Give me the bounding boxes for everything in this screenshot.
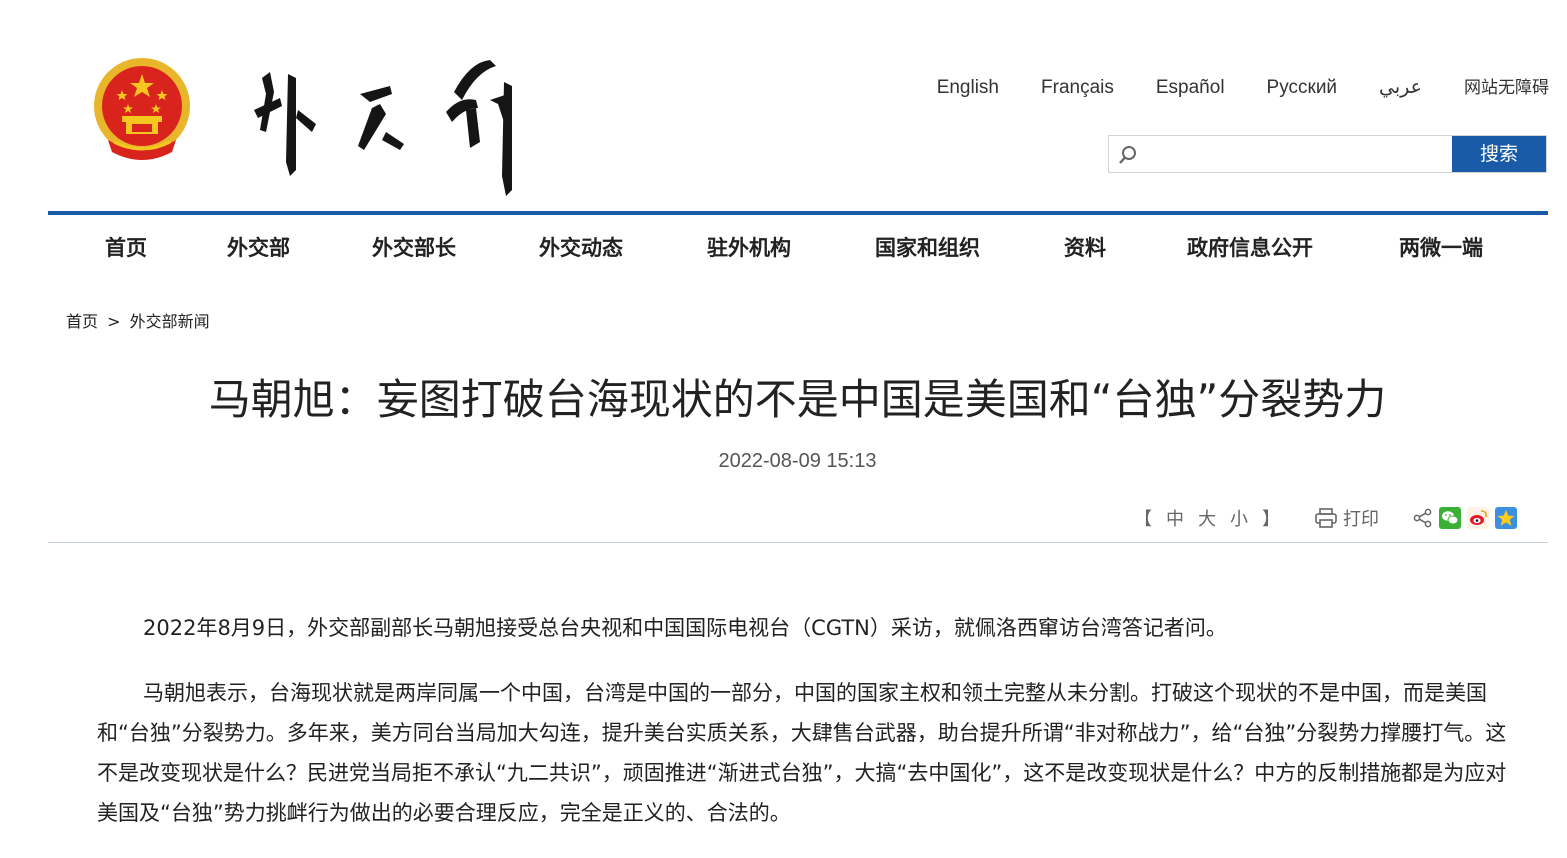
font-size-control: 【 中 大 小 】: [1127, 505, 1287, 531]
font-size-large-button[interactable]: 大: [1198, 505, 1216, 531]
weibo-icon[interactable]: [1467, 507, 1489, 529]
national-emblem-icon: [94, 58, 190, 160]
nav-item-social[interactable]: 两微一端: [1399, 232, 1483, 262]
font-size-small-button[interactable]: 小: [1230, 505, 1248, 531]
accessibility-link[interactable]: 网站无障碍: [1464, 76, 1549, 100]
nav-item-gov-info[interactable]: 政府信息公开: [1187, 232, 1313, 262]
publish-date: 2022-08-09 15:13: [718, 450, 877, 472]
lang-arabic-link[interactable]: عربي: [1379, 76, 1422, 100]
language-bar: English Français Español Русский عربي 网站…: [895, 76, 1549, 100]
bracket-close: 】: [1262, 509, 1280, 530]
search-button[interactable]: 搜索: [1452, 136, 1546, 172]
nav-item-resources[interactable]: 资料: [1064, 232, 1106, 262]
breadcrumb-home[interactable]: 首页: [66, 312, 98, 331]
breadcrumb-separator: >: [107, 312, 121, 331]
bracket-open: 【: [1134, 509, 1152, 530]
search-box: 搜索: [1108, 135, 1547, 173]
lang-spanish-link[interactable]: Español: [1156, 76, 1225, 100]
breadcrumb: 首页 > 外交部新闻: [66, 308, 214, 332]
article-body: 2022年8月9日，外交部副部长马朝旭接受总台央视和中国国际电视台（CGTN）采…: [97, 608, 1507, 858]
nav-item-home[interactable]: 首页: [105, 232, 147, 262]
share-icon[interactable]: [1413, 508, 1433, 528]
nav-item-activities[interactable]: 外交动态: [539, 232, 623, 262]
nav-item-minister[interactable]: 外交部长: [372, 232, 456, 262]
print-label: 打印: [1343, 509, 1379, 530]
search-icon: [1119, 146, 1136, 164]
print-button[interactable]: 打印: [1315, 505, 1379, 531]
font-size-medium-button[interactable]: 中: [1166, 505, 1184, 531]
breadcrumb-section[interactable]: 外交部新闻: [130, 312, 210, 331]
lang-french-link[interactable]: Français: [1041, 76, 1114, 100]
printer-icon: [1315, 508, 1337, 528]
nav-top-rule: [48, 211, 1548, 215]
article-toolbar: 【 中 大 小 】 打印: [1127, 505, 1517, 531]
lang-english-link[interactable]: English: [937, 76, 999, 100]
article-paragraph-1: 2022年8月9日，外交部副部长马朝旭接受总台央视和中国国际电视台（CGTN）采…: [143, 616, 1227, 640]
article-paragraph-2: 马朝旭表示，台海现状就是两岸同属一个中国，台湾是中国的一部分，中国的国家主权和领…: [97, 681, 1507, 825]
content-divider: [48, 542, 1548, 543]
main-nav: 首页 外交部 外交部长 外交动态 驻外机构 国家和组织 资料 政府信息公开 两微…: [48, 220, 1548, 274]
lang-russian-link[interactable]: Русский: [1267, 76, 1338, 100]
wechat-icon[interactable]: [1439, 507, 1461, 529]
qzone-icon[interactable]: [1495, 507, 1517, 529]
page-title: 马朝旭：妄图打破台海现状的不是中国是美国和“台独”分裂势力: [208, 375, 1387, 424]
ministry-calligraphy-logo: [254, 60, 512, 196]
nav-item-ministry[interactable]: 外交部: [227, 232, 290, 262]
share-group: [1407, 507, 1517, 529]
nav-item-missions[interactable]: 驻外机构: [707, 232, 791, 262]
search-input[interactable]: [1145, 136, 1445, 172]
nav-item-countries[interactable]: 国家和组织: [875, 232, 980, 262]
